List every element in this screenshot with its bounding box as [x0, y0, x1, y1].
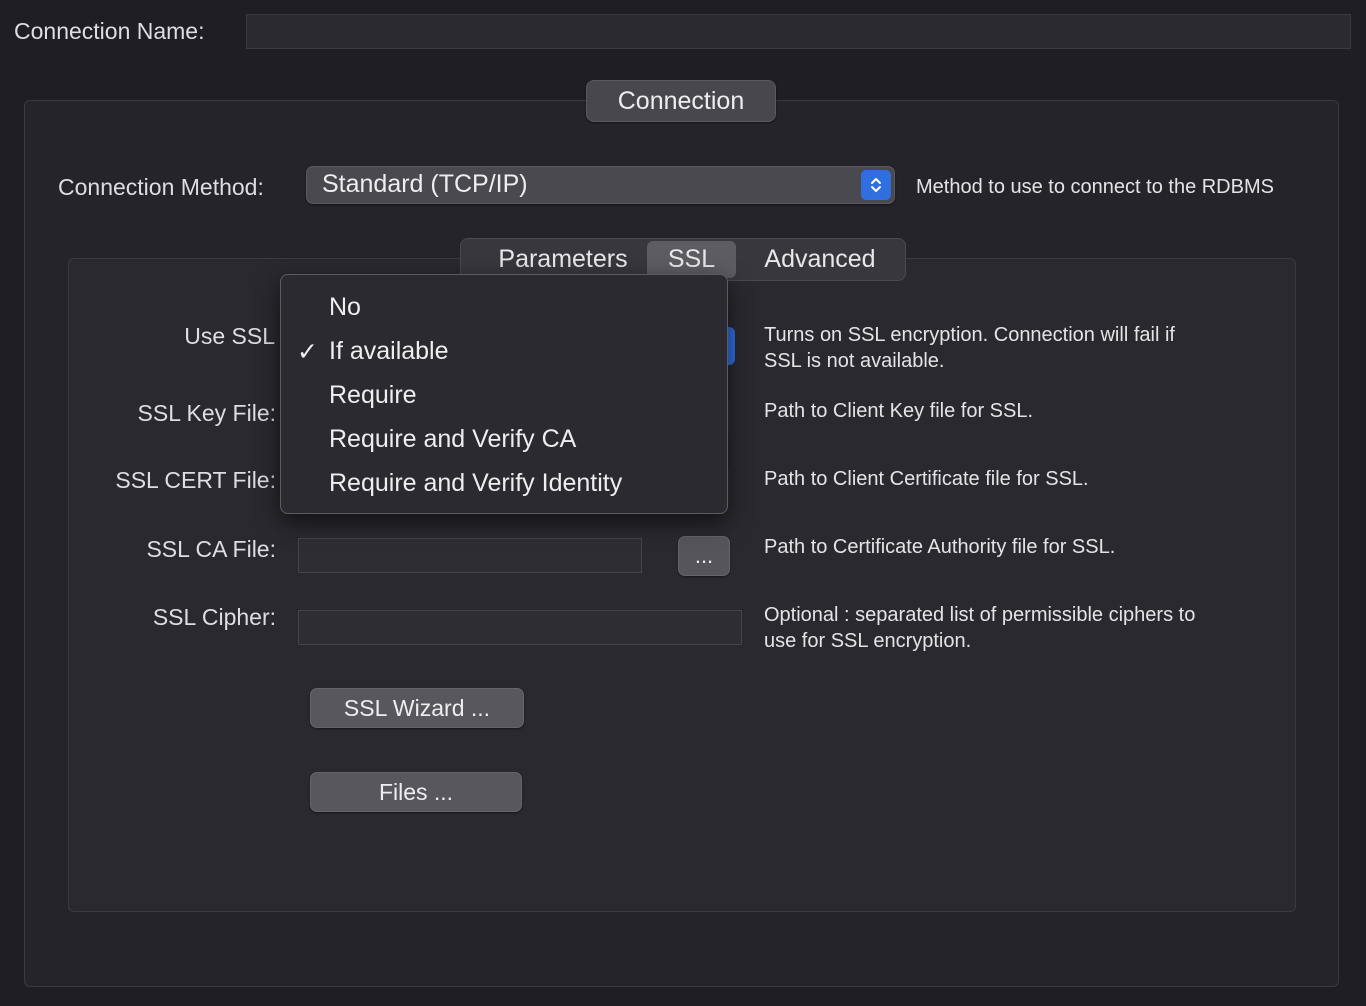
connection-group-title[interactable]: Connection — [586, 80, 776, 122]
menu-item-if-available[interactable]: ✓ If available — [281, 329, 727, 373]
tab-advanced[interactable]: Advanced — [743, 239, 897, 280]
menu-item-label: Require — [329, 381, 417, 409]
use-ssl-label: Use SSL — [184, 323, 275, 349]
use-ssl-dropdown-menu: No ✓ If available Require Require and Ve… — [280, 274, 728, 514]
checkmark-icon: ✓ — [297, 338, 318, 366]
menu-item-label: If available — [329, 337, 449, 365]
use-ssl-help: Turns on SSL encryption. Connection will… — [764, 322, 1175, 374]
use-ssl-help-line1: Turns on SSL encryption. Connection will… — [764, 324, 1175, 346]
connection-name-input[interactable] — [246, 14, 1351, 49]
menu-item-label: Require and Verify Identity — [329, 469, 623, 497]
menu-item-label: Require and Verify CA — [329, 425, 577, 453]
connection-method-value: Standard (TCP/IP) — [322, 170, 528, 198]
chevron-up-down-icon — [861, 170, 891, 200]
ssl-key-file-help: Path to Client Key file for SSL. — [764, 400, 1034, 422]
files-button[interactable]: Files ... — [310, 772, 522, 812]
ssl-cipher-help: Optional : separated list of permissible… — [764, 602, 1195, 654]
menu-item-require-verify-identity[interactable]: Require and Verify Identity — [281, 461, 727, 505]
ssl-ca-file-label: SSL CA File: — [146, 536, 276, 562]
ssl-cipher-label: SSL Cipher: — [152, 604, 276, 630]
menu-item-require-verify-ca[interactable]: Require and Verify CA — [281, 417, 727, 461]
ssl-cipher-input[interactable] — [298, 610, 742, 645]
menu-item-label: No — [329, 293, 361, 321]
ssl-wizard-button[interactable]: SSL Wizard ... — [310, 688, 524, 728]
connection-method-help: Method to use to connect to the RDBMS — [916, 176, 1274, 198]
ssl-key-file-label: SSL Key File: — [137, 400, 276, 426]
connection-method-select[interactable]: Standard (TCP/IP) — [306, 166, 895, 204]
connection-method-label: Connection Method: — [58, 174, 264, 200]
ssl-ca-file-browse-button[interactable]: ... — [678, 536, 730, 576]
ssl-cert-file-help: Path to Client Certificate file for SSL. — [764, 468, 1089, 490]
use-ssl-help-line2: SSL is not available. — [764, 350, 945, 372]
ssl-ca-file-help: Path to Certificate Authority file for S… — [764, 536, 1116, 558]
menu-item-no[interactable]: No — [281, 285, 727, 329]
tab-ssl[interactable]: SSL — [647, 241, 736, 278]
menu-item-require[interactable]: Require — [281, 373, 727, 417]
connection-name-label: Connection Name: — [14, 18, 205, 44]
ssl-cipher-help-line2: use for SSL encryption. — [764, 630, 972, 652]
ssl-ca-file-input[interactable] — [298, 538, 642, 573]
ssl-cert-file-label: SSL CERT File: — [115, 467, 276, 493]
ssl-cipher-help-line1: Optional : separated list of permissible… — [764, 604, 1196, 626]
